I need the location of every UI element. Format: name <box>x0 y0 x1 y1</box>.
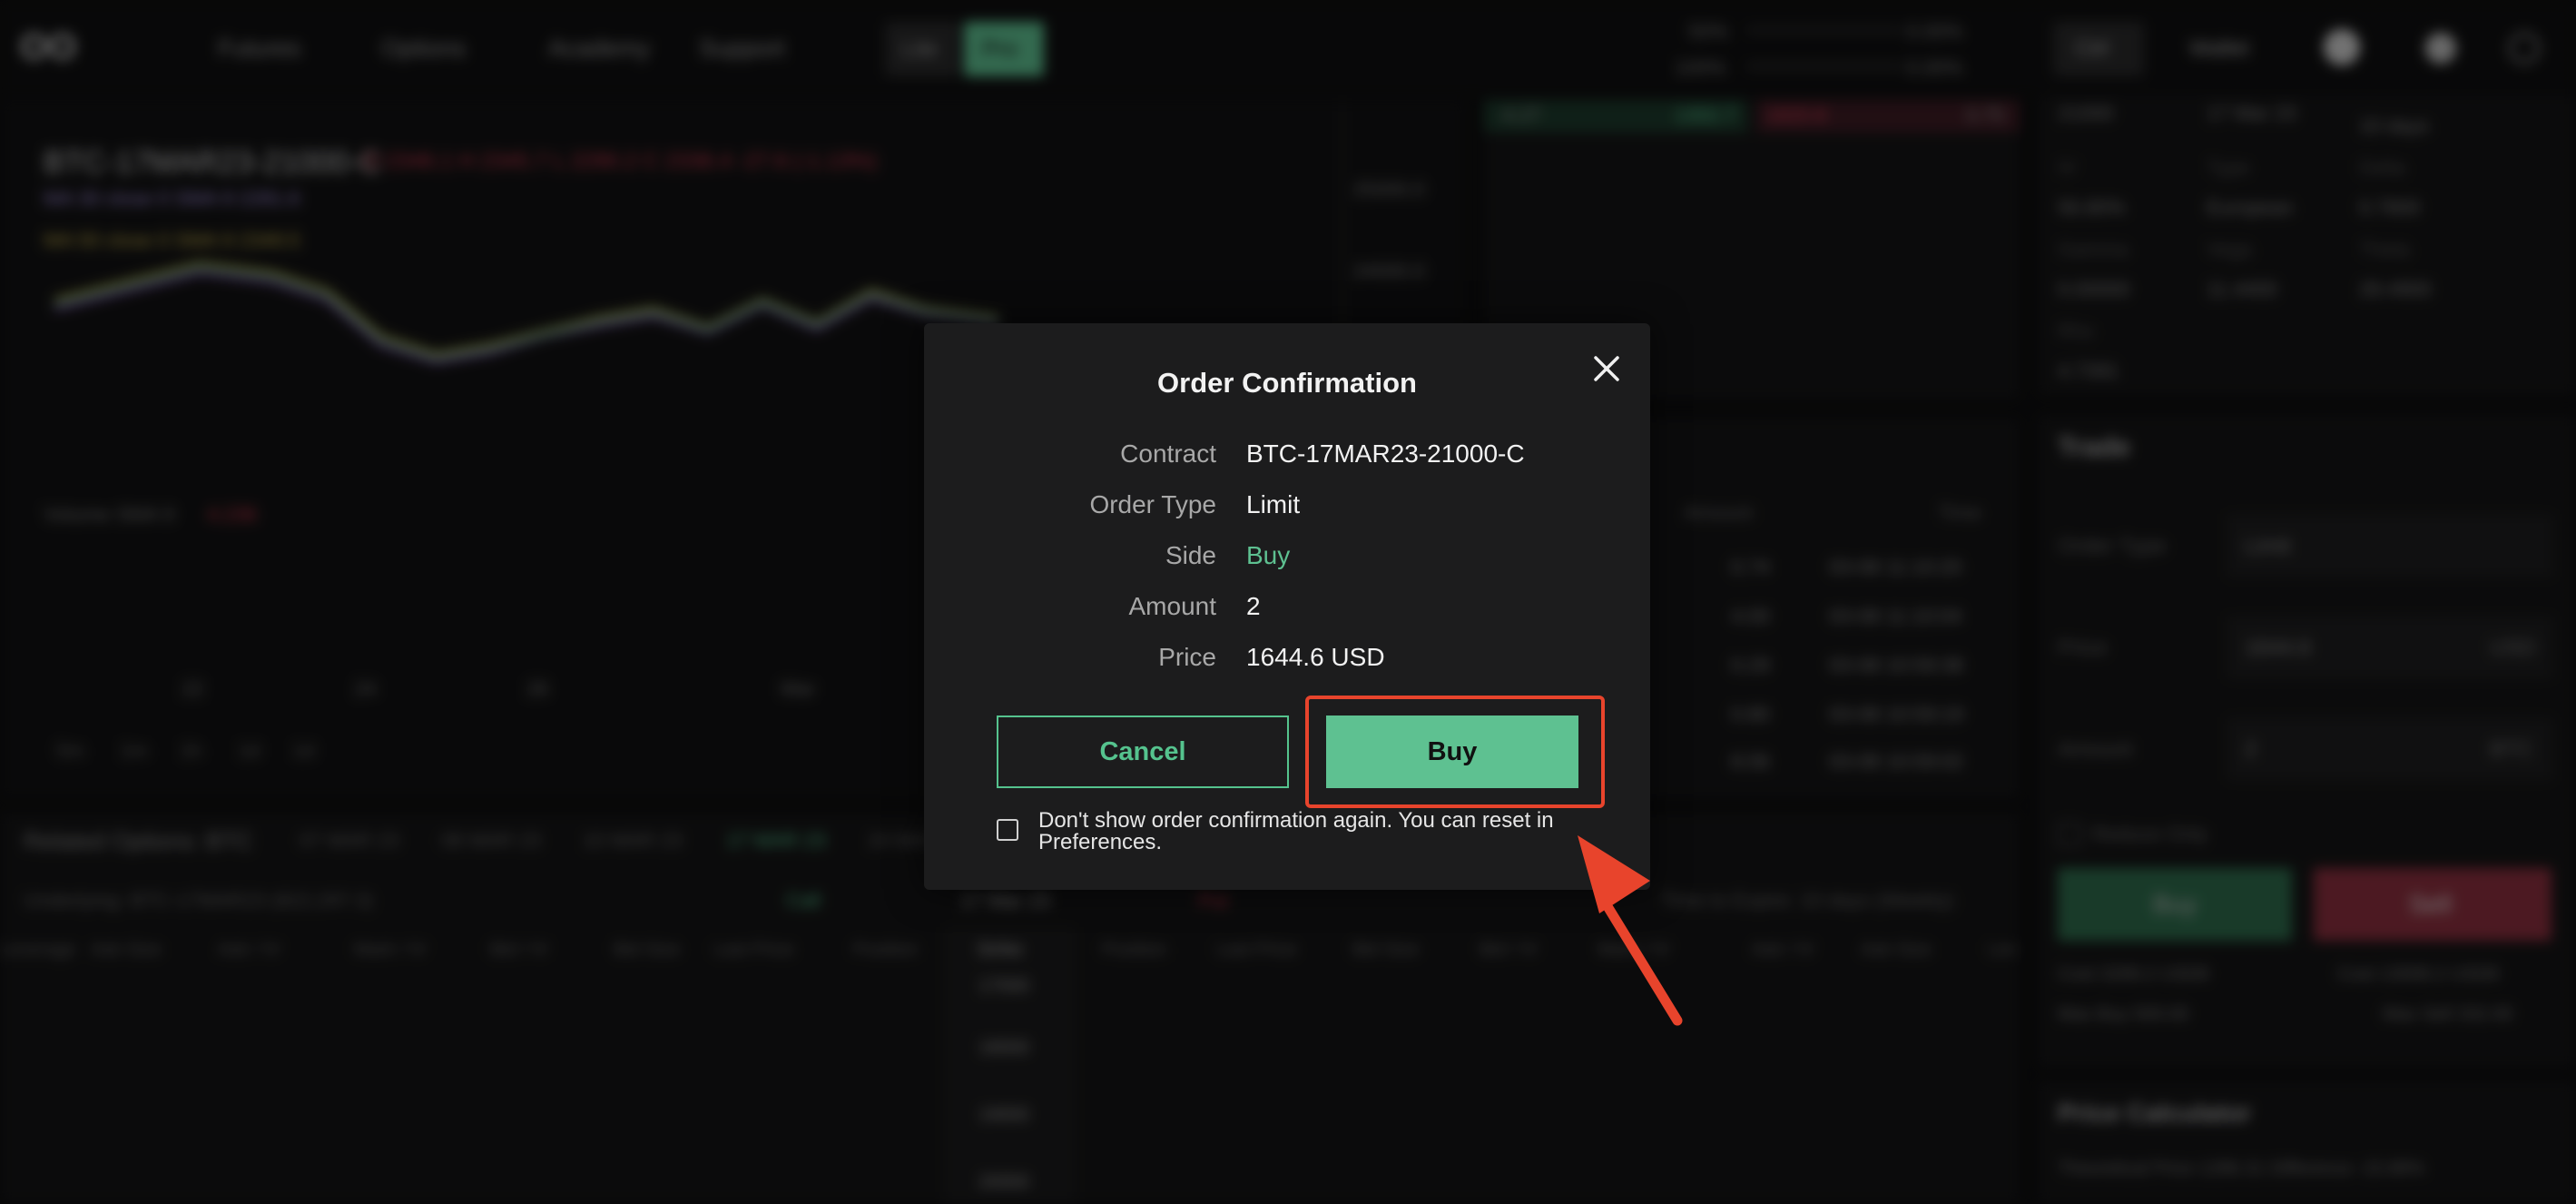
price-row-label: Price <box>1158 643 1216 671</box>
amount-row-label: Amount <box>1128 592 1217 620</box>
dont-show-again-checkbox[interactable] <box>997 819 1018 841</box>
amount-row: Amount 2 <box>924 592 1650 628</box>
order-type-row-label: Order Type <box>1089 490 1216 518</box>
price-row-value: 1644.6 USD <box>1246 643 1385 671</box>
order-type-row-value: Limit <box>1246 490 1301 518</box>
annotation-arrow-icon <box>1578 835 1683 1026</box>
amount-row-value: 2 <box>1246 592 1261 620</box>
price-row: Price 1644.6 USD <box>924 643 1650 679</box>
dialog-title: Order Confirmation <box>1157 367 1417 399</box>
contract-row: Contract BTC-17MAR23-21000-C <box>924 439 1650 476</box>
dont-show-again-label[interactable]: Don't show order confirmation again. You… <box>1038 810 1583 854</box>
close-icon[interactable] <box>1588 350 1625 387</box>
order-confirmation-dialog: Order Confirmation Contract BTC-17MAR23-… <box>924 323 1650 890</box>
contract-value: BTC-17MAR23-21000-C <box>1246 439 1525 468</box>
cancel-button[interactable]: Cancel <box>997 715 1289 788</box>
buy-button-highlight <box>1305 696 1605 808</box>
order-type-row: Order Type Limit <box>924 490 1650 527</box>
side-value: Buy <box>1246 541 1291 569</box>
side-label: Side <box>1165 541 1216 569</box>
side-row: Side Buy <box>924 541 1650 577</box>
contract-label: Contract <box>1120 439 1216 468</box>
